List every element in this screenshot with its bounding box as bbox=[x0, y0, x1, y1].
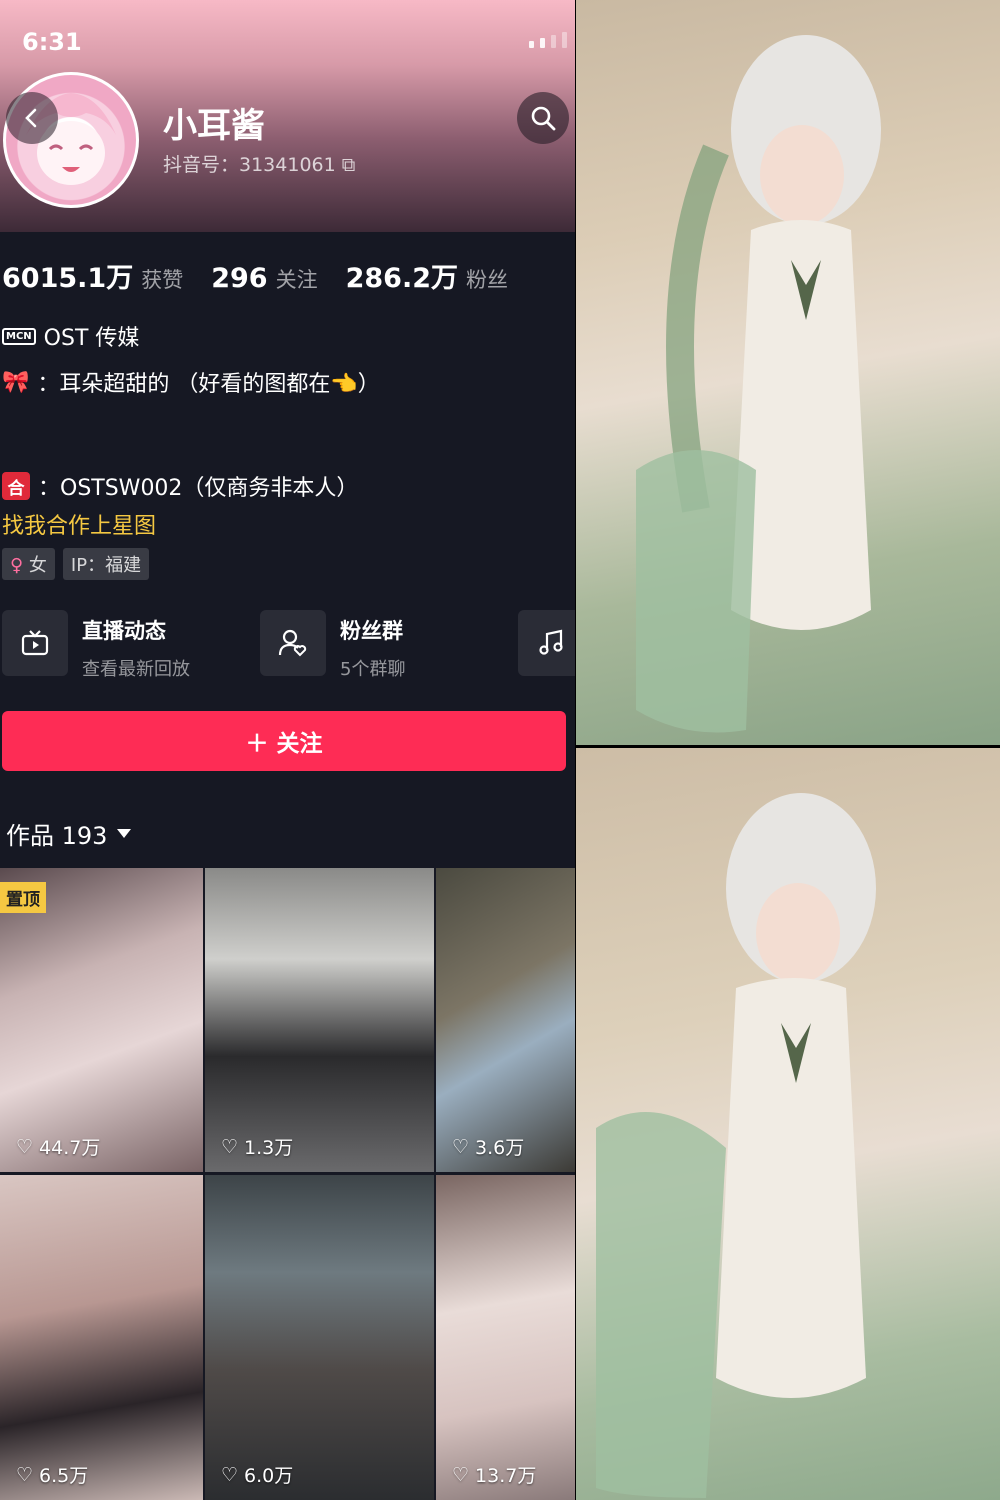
stat-num: 286.2万 bbox=[345, 263, 458, 294]
feature-fan-group[interactable]: 粉丝群 5个群聊 bbox=[260, 610, 518, 681]
feature-row: 直播动态查看最新回放 粉丝群 5个群聊 Ta听 bbox=[2, 610, 575, 681]
feature-sub: 查看最新回放 bbox=[82, 659, 190, 680]
works-tab[interactable]: 作品 193 bbox=[6, 816, 132, 851]
account-id[interactable]: 抖音号：31341061 ⧉ bbox=[163, 150, 355, 177]
stat-num: 6015.1万 bbox=[2, 263, 134, 294]
feature-music[interactable]: Ta听 bbox=[518, 610, 575, 681]
heart-icon: ♡ bbox=[452, 1463, 470, 1486]
heart-icon: ♡ bbox=[221, 1135, 239, 1158]
tag-row: ♀ 女 IP：福建 bbox=[2, 548, 150, 580]
business-line: 合 ：OSTSW002（仅商务非本人） bbox=[2, 470, 358, 502]
tv-icon bbox=[2, 610, 68, 676]
mcn-line[interactable]: MCN OST 传媒 bbox=[2, 320, 139, 352]
profile-screen: 6:31 小耳酱 抖音号：31341061 ⧉ 6015.1万 获赞 296 关注 … bbox=[0, 0, 575, 1500]
account-id-text: 抖音号：31341061 bbox=[163, 154, 336, 176]
stat-likes[interactable]: 6015.1万 获赞 bbox=[2, 256, 183, 295]
like-count: ♡ 44.7万 bbox=[16, 1133, 100, 1160]
like-count: ♡ 3.6万 bbox=[452, 1133, 524, 1160]
works-label: 作品 193 bbox=[6, 822, 108, 850]
ip-tag: IP：福建 bbox=[62, 548, 150, 580]
video-thumbnail[interactable]: ♡ 6.5万 bbox=[0, 1175, 203, 1500]
heart-icon: ♡ bbox=[452, 1135, 470, 1158]
cosplay-photo bbox=[576, 0, 1000, 745]
search-icon bbox=[531, 106, 556, 131]
caret-down-icon bbox=[117, 829, 132, 838]
feature-title: 直播动态 bbox=[82, 619, 166, 643]
video-thumbnail[interactable]: ♡ 6.0万 bbox=[205, 1175, 434, 1500]
stat-num: 296 bbox=[211, 263, 268, 294]
feature-title: 粉丝群 bbox=[340, 619, 403, 643]
like-count: ♡ 6.5万 bbox=[16, 1461, 88, 1488]
chevron-left-icon bbox=[25, 108, 37, 128]
like-count: ♡ 6.0万 bbox=[221, 1461, 293, 1488]
feature-live[interactable]: 直播动态查看最新回放 bbox=[2, 610, 260, 681]
stats-row: 6015.1万 获赞 296 关注 286.2万 粉丝 bbox=[2, 256, 508, 295]
female-icon: ♀ bbox=[10, 555, 24, 576]
feature-sub: 5个群聊 bbox=[340, 659, 406, 680]
cosplay-photo bbox=[576, 748, 1000, 1500]
like-count-text: 3.6万 bbox=[475, 1137, 525, 1159]
tag-text: 女 bbox=[28, 555, 47, 576]
music-icon bbox=[518, 610, 575, 676]
video-thumbnail[interactable]: ♡ 13.7万 bbox=[436, 1175, 575, 1500]
bio-text: ：耳朵超甜的 （好看的图都在👈） bbox=[37, 372, 380, 397]
like-count: ♡ 1.3万 bbox=[221, 1133, 293, 1160]
copy-icon[interactable]: ⧉ bbox=[342, 154, 356, 176]
group-icon bbox=[260, 610, 326, 676]
like-count-text: 6.5万 bbox=[39, 1465, 89, 1487]
like-count-text: 44.7万 bbox=[39, 1137, 101, 1159]
search-button[interactable] bbox=[517, 92, 569, 144]
stat-following[interactable]: 296 关注 bbox=[211, 263, 317, 294]
gender-tag: ♀ 女 bbox=[2, 548, 55, 580]
stat-label: 获赞 bbox=[141, 268, 184, 292]
heart-icon: ♡ bbox=[16, 1463, 34, 1486]
bio-line: 🎀 ：耳朵超甜的 （好看的图都在👈） bbox=[2, 366, 380, 398]
video-thumbnail[interactable]: 置顶 ♡ 44.7万 bbox=[0, 868, 203, 1172]
star-map-link[interactable]: 找我合作上星图 bbox=[2, 508, 156, 540]
pinned-badge: 置顶 bbox=[0, 882, 46, 913]
like-count: ♡ 13.7万 bbox=[452, 1461, 536, 1488]
mcn-icon: MCN bbox=[2, 327, 36, 345]
mcn-name: OST 传媒 bbox=[43, 326, 140, 351]
like-count-text: 1.3万 bbox=[244, 1137, 294, 1159]
stat-label: 关注 bbox=[275, 268, 318, 292]
signal-icon bbox=[529, 32, 567, 48]
cooperate-icon: 合 bbox=[2, 472, 30, 500]
stat-label: 粉丝 bbox=[465, 268, 508, 292]
ribbon-icon: 🎀 bbox=[2, 369, 30, 395]
video-thumbnail[interactable]: ♡ 3.6万 bbox=[436, 868, 575, 1172]
like-count-text: 13.7万 bbox=[475, 1465, 537, 1487]
profile-name: 小耳酱 bbox=[163, 106, 265, 146]
business-text: ：OSTSW002（仅商务非本人） bbox=[38, 476, 359, 501]
status-time: 6:31 bbox=[22, 28, 82, 56]
follow-button[interactable]: ＋ 关注 bbox=[2, 711, 566, 771]
back-button[interactable] bbox=[6, 92, 58, 144]
heart-icon: ♡ bbox=[221, 1463, 239, 1486]
video-thumbnail[interactable]: ♡ 1.3万 bbox=[205, 868, 434, 1172]
like-count-text: 6.0万 bbox=[244, 1465, 294, 1487]
stat-followers[interactable]: 286.2万 粉丝 bbox=[346, 256, 508, 295]
heart-icon: ♡ bbox=[16, 1135, 34, 1158]
